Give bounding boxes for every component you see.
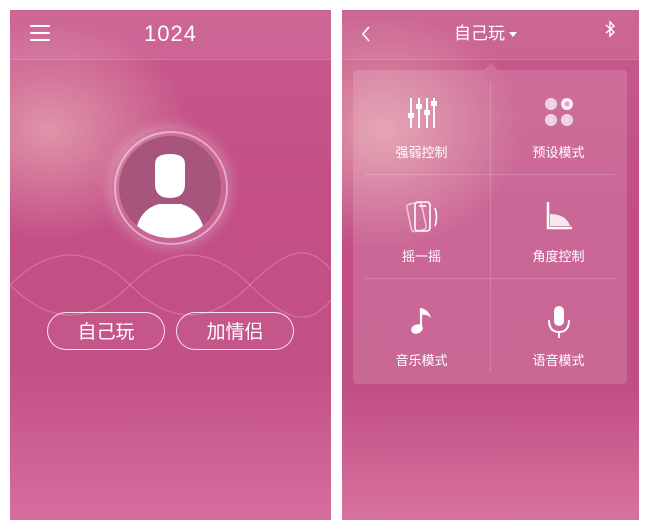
- mode-label: 语音模式: [532, 354, 585, 369]
- right-screen: 自己玩 强弱控制 预设模式 摇一摇 角度控制 音乐模式 语音模式: [342, 10, 639, 520]
- mode-intensity-control[interactable]: 强弱控制: [353, 70, 490, 174]
- back-chevron-icon[interactable]: [360, 24, 372, 44]
- right-top-bar: 自己玩: [342, 10, 639, 60]
- mode-label: 预设模式: [532, 146, 585, 161]
- left-top-bar: 1024: [10, 10, 331, 60]
- mode-label: 强弱控制: [395, 146, 448, 161]
- mode-label: 音乐模式: [395, 354, 448, 369]
- mode-music[interactable]: 音乐模式: [353, 278, 490, 382]
- angle-icon: [546, 202, 572, 230]
- page-title: 1024: [144, 21, 197, 46]
- mode-selector-label: 自己玩: [454, 24, 505, 44]
- mode-selector-dropdown[interactable]: 自己玩: [454, 19, 517, 44]
- shake-phone-icon: [405, 201, 437, 233]
- mode-angle-control[interactable]: 角度控制: [490, 174, 627, 278]
- caret-down-icon: [509, 31, 517, 37]
- play-alone-button[interactable]: 自己玩: [47, 312, 165, 350]
- mode-shake[interactable]: 摇一摇: [353, 174, 490, 278]
- panel-pointer: [484, 63, 498, 70]
- add-partner-button[interactable]: 加情侣: [176, 312, 294, 350]
- bluetooth-icon[interactable]: [604, 20, 616, 38]
- wave-decoration: [10, 252, 331, 318]
- mode-label: 角度控制: [532, 250, 585, 265]
- avatar[interactable]: [111, 128, 229, 246]
- microphone-icon: [547, 306, 570, 338]
- mode-voice[interactable]: 语音模式: [490, 278, 627, 382]
- mode-grid-panel: 强弱控制 预设模式 摇一摇 角度控制 音乐模式 语音模式: [353, 70, 627, 384]
- left-screen: 1024 自己玩 加情侣: [10, 10, 331, 520]
- mode-preset[interactable]: 预设模式: [490, 70, 627, 174]
- mode-label: 摇一摇: [401, 250, 441, 265]
- preset-dots-icon: [544, 98, 573, 126]
- music-note-icon: [410, 308, 431, 334]
- user-avatar-icon: [119, 136, 221, 238]
- sliders-icon: [407, 98, 437, 128]
